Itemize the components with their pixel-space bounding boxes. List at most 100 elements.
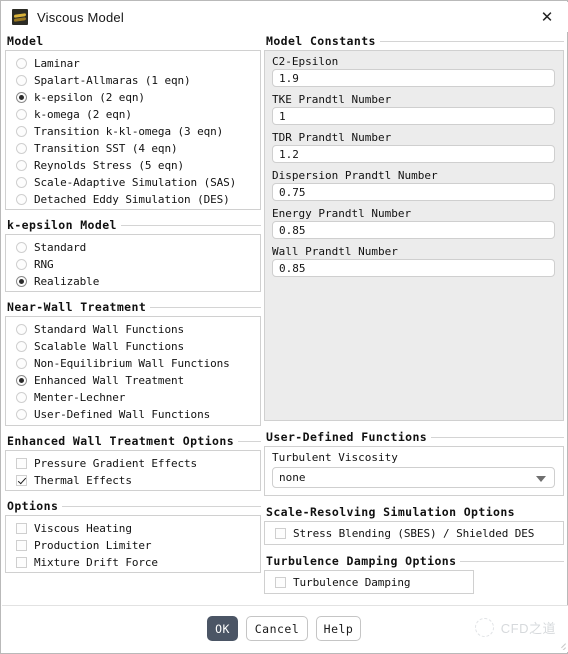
viscous-model-dialog: Viscous Model ✕ Model Laminar Spalart-Al…	[0, 0, 568, 654]
ok-button[interactable]: OK	[207, 616, 238, 641]
radio-enhanced-wall-treatment[interactable]: Enhanced Wall Treatment	[6, 372, 260, 389]
left-column: Model Laminar Spalart-Allmaras (1 eqn) k…	[5, 34, 261, 604]
checkbox-stress-blending[interactable]: Stress Blending (SBES) / Shielded DES	[265, 525, 563, 542]
right-column: Model Constants C2-Epsilon 1.9 TKE Prand…	[264, 34, 564, 604]
cancel-button[interactable]: Cancel	[246, 616, 308, 641]
option-label: Standard Wall Functions	[34, 323, 185, 336]
dropdown-turbulent-viscosity[interactable]: none	[272, 467, 555, 488]
radio-circle-selected-icon	[16, 276, 27, 287]
turbulence-damping-heading: Turbulence Damping Options	[266, 554, 457, 568]
checkbox-icon	[16, 523, 27, 534]
radio-non-equilibrium-wall-functions[interactable]: Non-Equilibrium Wall Functions	[6, 355, 260, 372]
option-label: Mixture Drift Force	[34, 556, 158, 569]
turbulence-damping-panel: Turbulence Damping	[264, 570, 474, 594]
radio-transition-sst[interactable]: Transition SST (4 eqn)	[6, 140, 260, 157]
header-rule	[431, 436, 564, 438]
srs-group-header: Scale-Resolving Simulation Options	[264, 505, 564, 521]
option-label: Detached Eddy Simulation (DES)	[34, 193, 230, 206]
srs-panel: Stress Blending (SBES) / Shielded DES	[264, 521, 564, 545]
close-icon[interactable]: ✕	[532, 5, 562, 29]
watermark-text: CFD之道	[500, 621, 556, 636]
option-label: Transition SST (4 eqn)	[34, 142, 178, 155]
option-label: Enhanced Wall Treatment	[34, 374, 185, 387]
radio-circle-icon	[16, 126, 27, 137]
help-button[interactable]: Help	[316, 616, 361, 641]
label-wall-prandtl-number: Wall Prandtl Number	[272, 245, 398, 258]
udf-heading: User-Defined Functions	[266, 430, 428, 444]
checkbox-icon	[16, 540, 27, 551]
option-label: Stress Blending (SBES) / Shielded DES	[293, 527, 535, 540]
checkbox-turbulence-damping[interactable]: Turbulence Damping	[265, 574, 473, 591]
model-heading: Model	[7, 34, 44, 48]
option-label: Standard	[34, 241, 87, 254]
checkbox-pressure-gradient-effects[interactable]: Pressure Gradient Effects	[6, 455, 260, 472]
radio-standard-wall-functions[interactable]: Standard Wall Functions	[6, 321, 260, 338]
checkbox-thermal-effects[interactable]: Thermal Effects	[6, 472, 260, 489]
ewt-options-group-header: Enhanced Wall Treatment Options	[5, 434, 261, 450]
radio-rng[interactable]: RNG	[6, 256, 260, 273]
radio-transition-k-kl-omega[interactable]: Transition k-kl-omega (3 eqn)	[6, 123, 260, 140]
watermark-icon	[474, 618, 494, 637]
radio-circle-icon	[16, 194, 27, 205]
near-wall-panel: Standard Wall Functions Scalable Wall Fu…	[5, 316, 261, 426]
title-bar: Viscous Model ✕	[2, 2, 568, 32]
near-wall-group-header: Near-Wall Treatment	[5, 300, 261, 316]
radio-k-omega[interactable]: k-omega (2 eqn)	[6, 106, 260, 123]
radio-scalable-wall-functions[interactable]: Scalable Wall Functions	[6, 338, 260, 355]
radio-spalart-allmaras[interactable]: Spalart-Allmaras (1 eqn)	[6, 72, 260, 89]
header-rule	[460, 560, 564, 562]
input-energy-prandtl-number[interactable]: 0.85	[272, 221, 555, 239]
ewt-options-heading: Enhanced Wall Treatment Options	[7, 434, 235, 448]
option-label: k-omega (2 eqn)	[34, 108, 132, 121]
srs-heading: Scale-Resolving Simulation Options	[266, 505, 516, 519]
option-label: Menter-Lechner	[34, 391, 126, 404]
model-group-header: Model	[5, 34, 261, 50]
header-rule	[238, 440, 261, 442]
header-rule	[120, 224, 261, 226]
radio-circle-icon	[16, 409, 27, 420]
radio-circle-icon	[16, 177, 27, 188]
checkbox-production-limiter[interactable]: Production Limiter	[6, 537, 260, 554]
input-dispersion-prandtl-number[interactable]: 0.75	[272, 183, 555, 201]
radio-user-defined-wall-functions[interactable]: User-Defined Wall Functions	[6, 406, 260, 423]
checkbox-icon	[275, 577, 286, 588]
option-label: Realizable	[34, 275, 100, 288]
k-epsilon-group-header: k-epsilon Model	[5, 218, 261, 234]
option-label: Production Limiter	[34, 539, 152, 552]
radio-scale-adaptive-simulation[interactable]: Scale-Adaptive Simulation (SAS)	[6, 174, 260, 191]
checkbox-icon	[275, 528, 286, 539]
chevron-down-icon	[536, 475, 546, 482]
radio-k-epsilon[interactable]: k-epsilon (2 eqn)	[6, 89, 260, 106]
checkbox-mixture-drift-force[interactable]: Mixture Drift Force	[6, 554, 260, 571]
radio-detached-eddy-simulation[interactable]: Detached Eddy Simulation (DES)	[6, 191, 260, 208]
option-label: Thermal Effects	[34, 474, 132, 487]
option-label: Pressure Gradient Effects	[34, 457, 198, 470]
radio-circle-icon	[16, 259, 27, 270]
checkbox-viscous-heating[interactable]: Viscous Heating	[6, 520, 260, 537]
udf-panel: Turbulent Viscosity none	[264, 446, 564, 496]
option-label: User-Defined Wall Functions	[34, 408, 211, 421]
radio-circle-icon	[16, 358, 27, 369]
radio-realizable[interactable]: Realizable	[6, 273, 260, 290]
radio-circle-icon	[16, 341, 27, 352]
udf-group-header: User-Defined Functions	[264, 430, 564, 446]
label-tke-prandtl-number: TKE Prandtl Number	[272, 93, 392, 106]
options-group-header: Options	[5, 499, 261, 515]
resize-grip[interactable]	[554, 638, 566, 650]
radio-circle-icon	[16, 143, 27, 154]
option-label: k-epsilon (2 eqn)	[34, 91, 145, 104]
input-tdr-prandtl-number[interactable]: 1.2	[272, 145, 555, 163]
radio-circle-icon	[16, 75, 27, 86]
input-tke-prandtl-number[interactable]: 1	[272, 107, 555, 125]
checkbox-icon	[16, 557, 27, 568]
dialog-footer: OK Cancel Help CFD之道	[2, 605, 568, 652]
radio-reynolds-stress[interactable]: Reynolds Stress (5 eqn)	[6, 157, 260, 174]
input-wall-prandtl-number[interactable]: 0.85	[272, 259, 555, 277]
label-c2-epsilon: C2-Epsilon	[272, 55, 339, 68]
radio-standard[interactable]: Standard	[6, 239, 260, 256]
input-c2-epsilon[interactable]: 1.9	[272, 69, 555, 87]
radio-laminar[interactable]: Laminar	[6, 55, 260, 72]
radio-menter-lechner[interactable]: Menter-Lechner	[6, 389, 260, 406]
option-label: Turbulence Damping	[293, 576, 411, 589]
checkbox-icon	[16, 458, 27, 469]
